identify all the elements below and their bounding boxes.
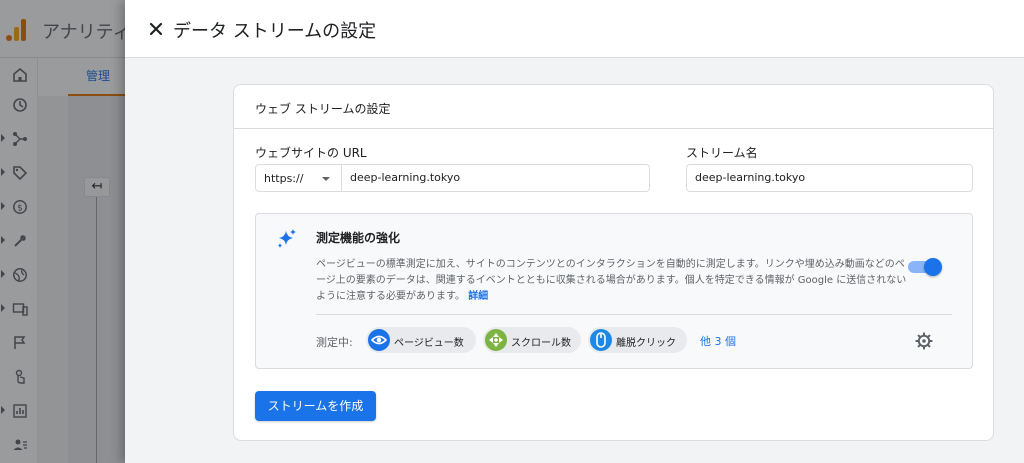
card-title: ウェブ ストリームの設定: [255, 102, 391, 116]
more-events-link[interactable]: 他 3 個: [700, 333, 736, 349]
measuring-label: 測定中:: [316, 336, 353, 349]
sheet-title: データ ストリームの設定: [173, 21, 377, 42]
sheet-header: データ ストリームの設定: [125, 0, 1024, 58]
chip-label: スクロール数: [511, 338, 571, 349]
enhanced-measurement-description: ページビューの標準測定に加え、サイトのコンテンツとのインタラクションを自動的に測…: [316, 257, 908, 305]
enhanced-measurement-toggle[interactable]: [908, 257, 942, 277]
sparkle-icon: [278, 229, 296, 248]
toggle-knob: [924, 258, 942, 276]
chip-outbound-clicks[interactable]: 離脱クリック: [588, 327, 687, 353]
eye-icon: [368, 329, 390, 351]
learn-more-link[interactable]: 詳細: [468, 291, 488, 302]
create-stream-button[interactable]: ストリームを作成: [255, 391, 376, 421]
stream-name-input[interactable]: deep-learning.tokyo: [686, 164, 973, 192]
chip-label: 離脱クリック: [616, 338, 676, 349]
mouse-icon: [590, 329, 612, 351]
stream-name-label: ストリーム名: [686, 146, 758, 160]
data-stream-setup-sheet: データ ストリームの設定 ウェブ ストリームの設定 ウェブサイトの URL スト…: [125, 0, 1024, 463]
chip-scrolls[interactable]: スクロール数: [483, 327, 581, 353]
close-icon: [149, 22, 163, 36]
protocol-value: https://: [264, 172, 304, 185]
panel-divider: [316, 314, 952, 315]
gear-icon[interactable]: [914, 331, 934, 351]
website-url-input[interactable]: deep-learning.tokyo: [341, 164, 650, 192]
web-stream-setup-card: ウェブ ストリームの設定 ウェブサイトの URL ストリーム名 https://…: [233, 84, 994, 441]
card-header: ウェブ ストリームの設定: [234, 85, 993, 129]
description-text: ページビューの標準測定に加え、サイトのコンテンツとのインタラクションを自動的に測…: [316, 259, 907, 302]
close-button[interactable]: [143, 16, 169, 42]
dropdown-caret-icon: [322, 177, 330, 181]
enhanced-measurement-title: 測定機能の強化: [316, 231, 401, 245]
enhanced-measurement-panel: 測定機能の強化 ページビューの標準測定に加え、サイトのコンテンツとのインタラクシ…: [255, 213, 973, 369]
chip-page-views[interactable]: ページビュー数: [366, 327, 476, 353]
protocol-select[interactable]: https://: [255, 164, 342, 192]
scroll-icon: [485, 329, 507, 351]
chip-label: ページビュー数: [394, 338, 464, 349]
website-url-label: ウェブサイトの URL: [255, 146, 367, 160]
